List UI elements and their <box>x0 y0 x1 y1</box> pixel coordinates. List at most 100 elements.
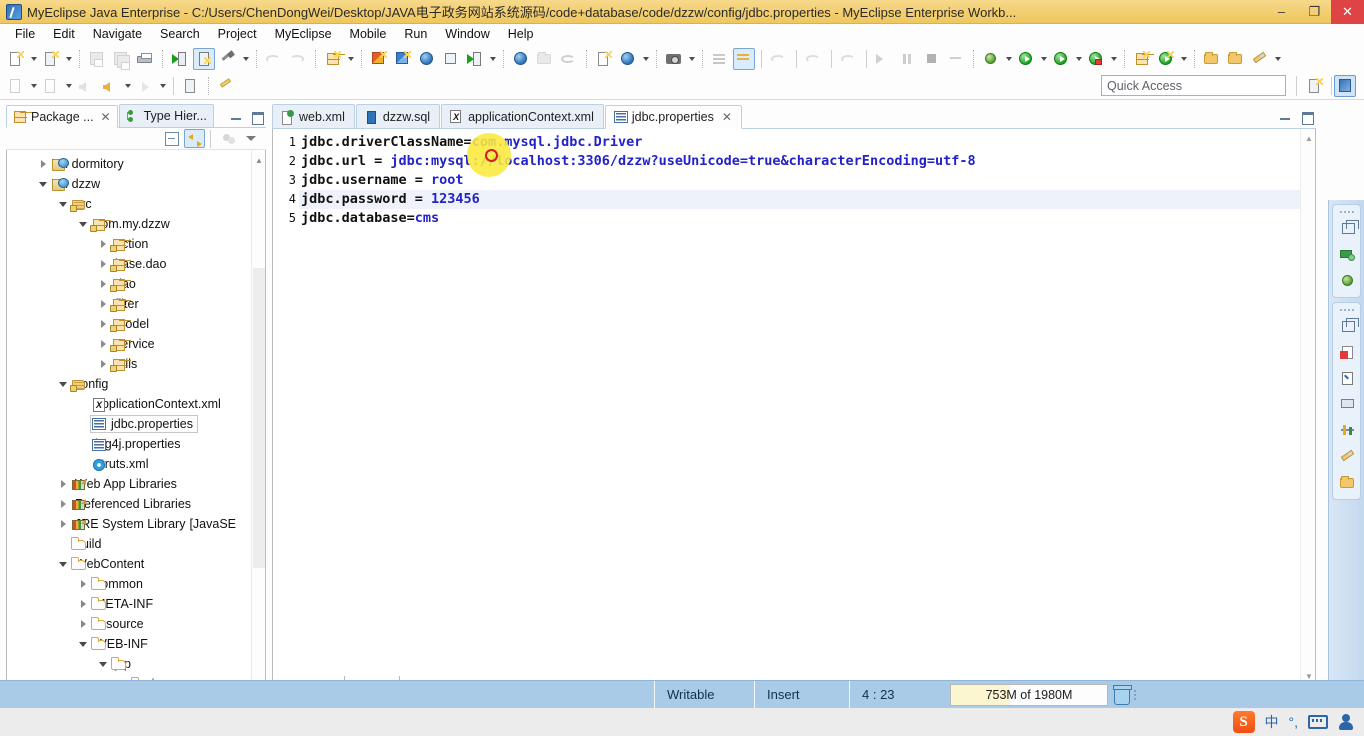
editor-vertical-scrollbar[interactable]: ▲ ▼ <box>1300 129 1315 703</box>
group-grip[interactable] <box>1333 208 1360 215</box>
properties-view-button[interactable] <box>1334 418 1362 443</box>
maximize-icon[interactable] <box>250 110 264 125</box>
new-wizard-dropdown[interactable] <box>28 48 39 70</box>
trash-icon[interactable] <box>1113 685 1132 705</box>
prev-annotation-dropdown[interactable] <box>63 75 74 97</box>
menu-file[interactable]: File <box>6 25 44 43</box>
tree-vertical-scrollbar[interactable]: ▲ ▼ <box>251 150 265 703</box>
build-button[interactable] <box>217 48 239 70</box>
tree-twisty-collapsed[interactable] <box>95 320 111 328</box>
tasks-view-button[interactable] <box>1334 366 1362 391</box>
view-filters-button[interactable] <box>218 129 239 148</box>
servers-view-button[interactable] <box>1334 242 1362 267</box>
tree-item[interactable]: applicationContext.xml <box>7 394 251 414</box>
new-war-button[interactable] <box>392 48 414 70</box>
tree-item[interactable]: utils <box>7 354 251 374</box>
tab-package-explorer[interactable]: Package ... ✕ <box>6 105 118 128</box>
menu-edit[interactable]: Edit <box>44 25 84 43</box>
menu-mobile[interactable]: Mobile <box>341 25 396 43</box>
tree-item[interactable]: META-INF <box>7 594 251 614</box>
format-button[interactable] <box>215 75 237 97</box>
search-button[interactable] <box>1249 48 1271 70</box>
run-config-button[interactable] <box>709 48 731 70</box>
run-history-button[interactable] <box>1050 48 1072 70</box>
tree-item[interactable]: struts.xml <box>7 454 251 474</box>
save-button[interactable] <box>86 48 108 70</box>
tree-item[interactable]: dao <box>7 274 251 294</box>
tree-twisty-expanded[interactable] <box>55 382 71 387</box>
tree-item[interactable]: build <box>7 534 251 554</box>
report-button[interactable] <box>593 48 615 70</box>
new-window-button[interactable] <box>180 75 202 97</box>
tree-twisty-collapsed[interactable] <box>95 300 111 308</box>
tree-twisty-expanded[interactable] <box>95 662 111 667</box>
forward-dropdown[interactable] <box>157 75 168 97</box>
new-package-dropdown[interactable] <box>345 48 356 70</box>
new-package-button[interactable] <box>322 48 344 70</box>
tree-item[interactable]: jsp <box>7 654 251 674</box>
new-annotation-button[interactable] <box>1155 48 1177 70</box>
deploy-button[interactable] <box>193 47 215 70</box>
sogou-ime-logo[interactable]: S <box>1232 711 1255 733</box>
run-history-dropdown[interactable] <box>1073 48 1084 70</box>
screenshot-button[interactable] <box>663 48 685 70</box>
tree-item[interactable]: Web App Libraries <box>7 474 251 494</box>
prev-annotation-button[interactable] <box>40 75 62 97</box>
debug-dropdown[interactable] <box>1003 48 1014 70</box>
resume-button[interactable] <box>873 48 895 70</box>
editor-maximize-icon[interactable] <box>1300 110 1314 125</box>
tree-twisty-collapsed[interactable] <box>35 160 51 168</box>
new-wizard-button[interactable] <box>5 48 27 70</box>
minimize-button[interactable]: – <box>1265 0 1298 24</box>
collapse-all-button[interactable] <box>161 129 182 148</box>
tree-twisty-collapsed[interactable] <box>55 520 71 528</box>
step-over-button[interactable] <box>803 48 825 70</box>
tree-item[interactable]: jdbc.properties <box>7 414 251 434</box>
tree-twisty-collapsed[interactable] <box>95 280 111 288</box>
screenshot-dropdown[interactable] <box>686 48 697 70</box>
run-dropdown[interactable] <box>1038 48 1049 70</box>
run-button[interactable] <box>1015 48 1037 70</box>
editor-tab-jdbc-properties[interactable]: jdbc.properties ✕ <box>604 105 742 129</box>
tab-type-hierarchy[interactable]: Type Hier... <box>118 104 214 127</box>
tree-item[interactable]: Mxdzzw <box>7 174 251 194</box>
tree-twisty-collapsed[interactable] <box>75 580 91 588</box>
open-resource-button[interactable] <box>1225 48 1247 70</box>
redo-button[interactable] <box>287 48 309 70</box>
import-button[interactable] <box>440 48 462 70</box>
web-preview-button[interactable] <box>617 48 639 70</box>
save-all-button[interactable] <box>110 48 132 70</box>
menu-run[interactable]: Run <box>395 25 436 43</box>
tree-item[interactable]: config <box>7 374 251 394</box>
new-project-dropdown[interactable] <box>63 48 74 70</box>
debug-button[interactable] <box>980 48 1002 70</box>
tree-item[interactable]: resource <box>7 614 251 634</box>
tree-twisty-expanded[interactable] <box>75 642 91 647</box>
tree-item[interactable]: log4j.properties <box>7 434 251 454</box>
problems-view-button[interactable] <box>1334 340 1362 365</box>
last-edit-button[interactable] <box>75 75 97 97</box>
run-external-button[interactable] <box>1085 48 1107 70</box>
tree-item[interactable]: service <box>7 334 251 354</box>
debug-view-button[interactable] <box>1334 268 1362 293</box>
tree-twisty-expanded[interactable] <box>35 182 51 187</box>
open-browser-button[interactable] <box>510 48 532 70</box>
scroll-up-icon[interactable]: ▲ <box>254 155 264 165</box>
tree-item[interactable]: WebContent <box>7 554 251 574</box>
tree-item[interactable]: WEB-INF <box>7 634 251 654</box>
close-button[interactable]: ✕ <box>1331 0 1364 24</box>
restore-view-button-2[interactable] <box>1334 314 1362 339</box>
open-folder-button[interactable] <box>534 48 556 70</box>
new-class-button[interactable] <box>1131 48 1153 70</box>
terminate-button[interactable] <box>921 48 943 70</box>
editor-minimize-icon[interactable] <box>1278 110 1292 124</box>
tree-item[interactable]: com.my.dzzw <box>7 214 251 234</box>
step-return-button[interactable] <box>768 48 790 70</box>
new-myeclipse-project-button[interactable] <box>40 48 62 70</box>
menu-project[interactable]: Project <box>209 25 266 43</box>
tree-twisty-collapsed[interactable] <box>95 240 111 248</box>
new-ear-button[interactable] <box>368 48 390 70</box>
open-perspective-button[interactable] <box>1304 75 1326 97</box>
print-button[interactable] <box>134 48 156 70</box>
menu-navigate[interactable]: Navigate <box>84 25 151 43</box>
